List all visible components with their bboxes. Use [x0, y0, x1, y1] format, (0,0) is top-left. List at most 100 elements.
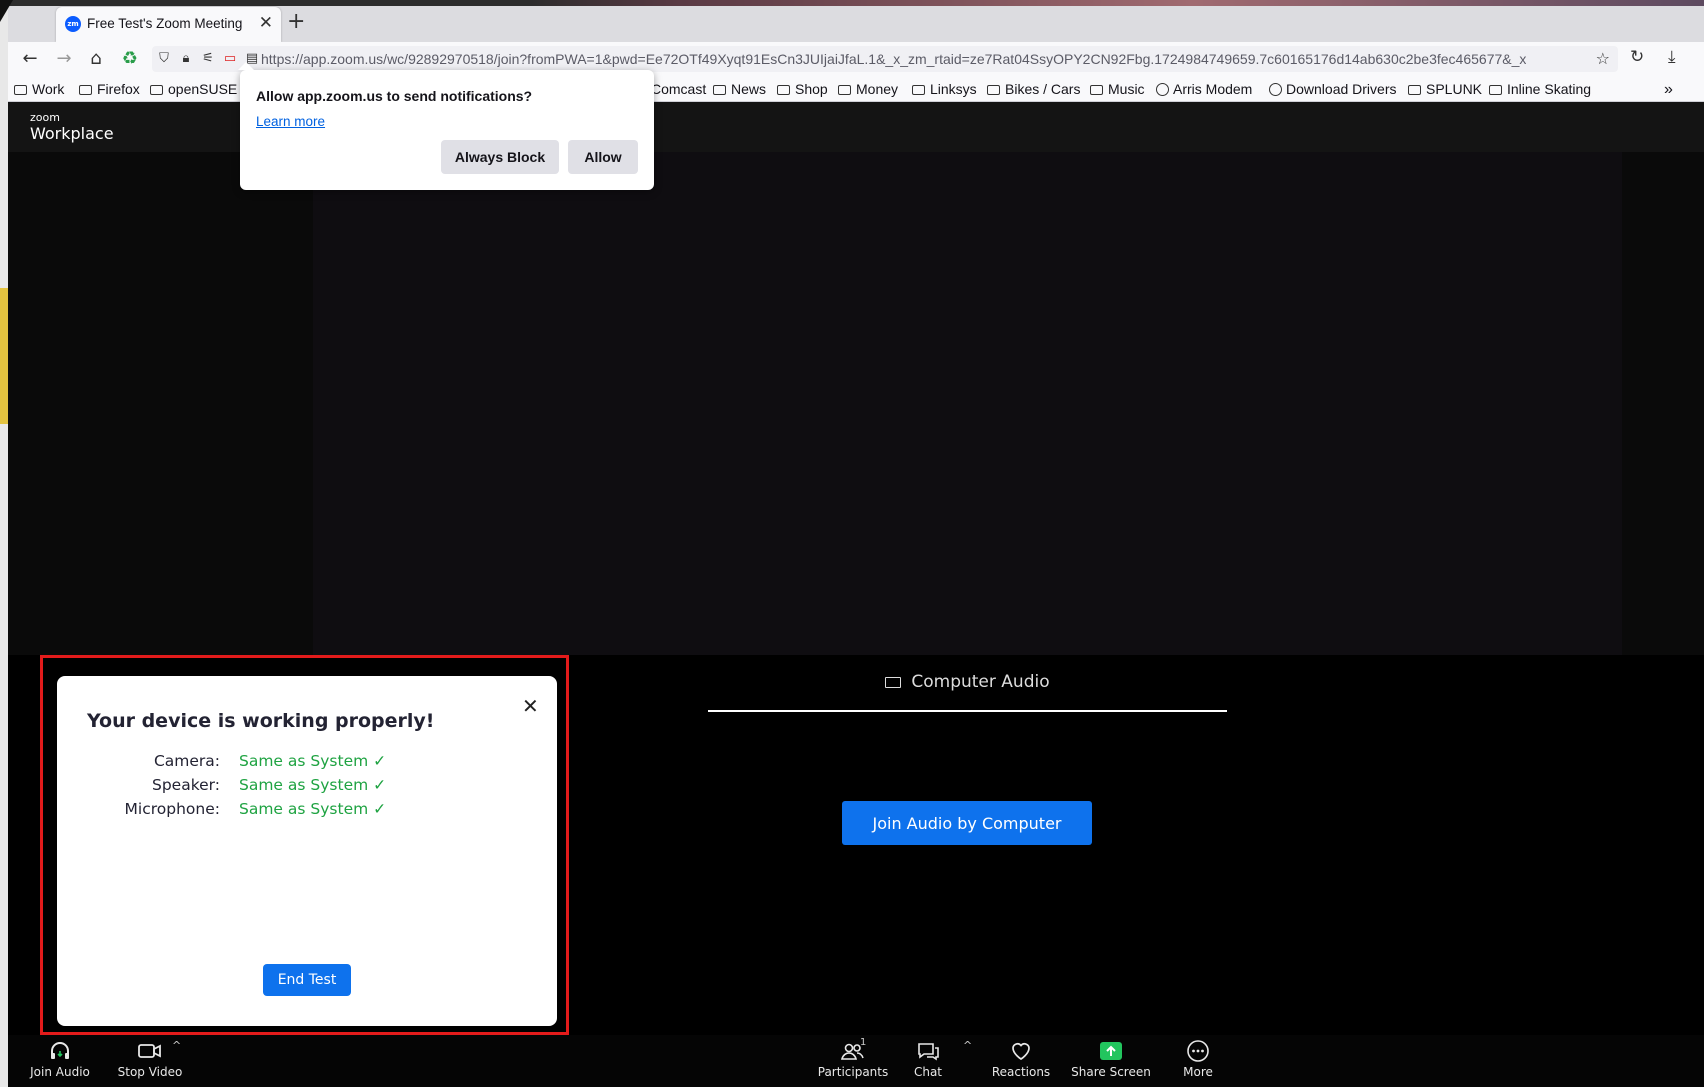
bookmark-folder-linksys[interactable]: Linksys — [912, 81, 977, 97]
participants-label: Participants — [817, 1065, 889, 1079]
desktop-window-edge — [0, 288, 8, 424]
more-icon — [1187, 1040, 1209, 1062]
camera-row: Camera: Same as System ✓ — [57, 752, 557, 776]
video-options-caret-icon[interactable]: ^ — [172, 1039, 181, 1052]
bookmarks-overflow-icon[interactable]: » — [1664, 81, 1673, 99]
zoom-favicon-icon: zm — [65, 16, 81, 32]
folder-icon — [713, 85, 726, 95]
folder-icon — [14, 85, 27, 95]
bookmark-folder-inline-skating[interactable]: Inline Skating — [1489, 81, 1591, 97]
join-audio-label: Join Audio — [30, 1065, 90, 1079]
back-arrow-icon[interactable]: ← — [18, 48, 42, 70]
bookmark-folder-money[interactable]: Money — [838, 81, 898, 97]
screen: zm Free Test's Zoom Meeting ✕ + ← → ⌂ ♻ … — [0, 0, 1704, 1087]
learn-more-link[interactable]: Learn more — [256, 114, 325, 129]
folder-icon — [1090, 85, 1103, 95]
dialog-title: Your device is working properly! — [87, 710, 435, 732]
bookmark-arris-modem[interactable]: Arris Modem — [1156, 81, 1252, 97]
folder-icon — [912, 85, 925, 95]
globe-icon — [1269, 83, 1282, 96]
forward-arrow-icon[interactable]: → — [52, 48, 76, 70]
reactions-button[interactable]: Reactions — [983, 1035, 1059, 1079]
folder-icon — [1408, 85, 1421, 95]
browser-tab-bar: zm Free Test's Zoom Meeting ✕ + — [8, 6, 1704, 42]
folder-icon — [79, 85, 92, 95]
mouse-cursor-icon — [0, 0, 13, 22]
camera-label: Camera: — [153, 752, 220, 770]
join-audio-button[interactable]: Join Audio — [22, 1035, 98, 1079]
extension-icon[interactable]: ♻ — [118, 48, 142, 70]
device-test-dialog: ✕ Your device is working properly! Camer… — [57, 676, 557, 1026]
downloads-icon[interactable]: ⤓ — [1668, 47, 1676, 67]
participants-count: 1 — [860, 1037, 867, 1048]
bookmark-folder-bikes-cars[interactable]: Bikes / Cars — [987, 81, 1080, 97]
heart-icon — [1012, 1043, 1030, 1061]
folder-icon — [838, 85, 851, 95]
tab-computer-audio[interactable]: Computer Audio — [708, 672, 1227, 712]
chat-label: Chat — [913, 1065, 943, 1079]
bookmark-folder-shop[interactable]: Shop — [777, 81, 828, 97]
participants-button[interactable]: Participants — [813, 1035, 893, 1079]
folder-icon — [777, 85, 790, 95]
bookmark-folder-news[interactable]: News — [713, 81, 766, 97]
end-test-button[interactable]: End Test — [263, 964, 351, 996]
camera-status: Same as System ✓ — [239, 752, 387, 770]
chat-icon — [918, 1043, 939, 1061]
always-block-button[interactable]: Always Block — [441, 140, 559, 174]
bookmark-folder-splunk[interactable]: SPLUNK — [1408, 81, 1482, 97]
close-tab-icon[interactable]: ✕ — [259, 13, 273, 33]
zoom-workplace-logo: Workplace — [30, 124, 114, 143]
chat-button[interactable]: Chat — [902, 1035, 954, 1079]
laptop-icon — [885, 677, 902, 688]
share-screen-label: Share Screen — [1071, 1065, 1151, 1079]
microphone-row: Microphone: Same as System ✓ — [57, 800, 557, 824]
allow-button[interactable]: Allow — [568, 140, 638, 174]
microphone-status: Same as System ✓ — [239, 800, 387, 818]
folder-icon — [1489, 85, 1502, 95]
notification-permission-popup: Allow app.zoom.us to send notifications?… — [238, 62, 654, 190]
meeting-stage — [8, 152, 1704, 655]
tab-title: Free Test's Zoom Meeting — [87, 16, 243, 31]
computer-audio-label: Computer Audio — [911, 672, 1050, 692]
shield-icon[interactable]: ⛉ — [156, 50, 172, 67]
notification-question: Allow app.zoom.us to send notifications? — [256, 88, 533, 104]
share-screen-icon — [1100, 1042, 1122, 1060]
bookmark-folder-work[interactable]: Work — [14, 81, 64, 97]
camera-permission-icon[interactable]: ▭ — [222, 50, 238, 67]
url-text[interactable]: https://app.zoom.us/wc/92892970518/join?… — [261, 51, 1526, 67]
desktop-background-edge — [0, 0, 8, 1087]
bookmark-folder-firefox[interactable]: Firefox — [79, 81, 140, 97]
meeting-toolbar: Join Audio Stop Video ^ Participants 1 C… — [8, 1035, 1704, 1087]
new-tab-button[interactable]: + — [287, 11, 305, 33]
close-icon[interactable]: ✕ — [522, 694, 539, 718]
video-preview — [313, 152, 1622, 655]
zoom-logo-small: zoom — [30, 111, 60, 124]
join-audio-by-computer-button[interactable]: Join Audio by Computer — [842, 801, 1092, 845]
folder-icon — [987, 85, 1000, 95]
folder-icon — [150, 85, 163, 95]
lock-icon[interactable]: 🔒︎ — [178, 50, 194, 67]
headphones-icon — [51, 1042, 69, 1059]
tab-zoom-meeting[interactable]: zm Free Test's Zoom Meeting ✕ — [56, 7, 281, 42]
reactions-label: Reactions — [991, 1065, 1051, 1079]
speaker-label: Speaker: — [152, 776, 220, 794]
microphone-label: Microphone: — [124, 800, 220, 818]
bookmark-folder-comcast[interactable]: Comcast — [651, 81, 706, 97]
bookmark-folder-music[interactable]: Music — [1090, 81, 1145, 97]
bookmark-folder-opensuse[interactable]: openSUSE — [150, 81, 237, 97]
globe-icon — [1156, 83, 1169, 96]
permissions-icon[interactable]: ⚟ — [200, 50, 216, 67]
speaker-row: Speaker: Same as System ✓ — [57, 776, 557, 800]
stop-video-label: Stop Video — [117, 1065, 183, 1079]
url-bar[interactable]: ⛉ 🔒︎ ⚟ ▭ ▤ https://app.zoom.us/wc/928929… — [152, 46, 1618, 72]
bookmark-download-drivers[interactable]: Download Drivers — [1269, 81, 1396, 97]
reload-icon[interactable]: ↻ — [1630, 47, 1644, 67]
video-camera-icon — [138, 1044, 161, 1058]
more-button[interactable]: More — [1168, 1035, 1228, 1079]
more-label: More — [1183, 1065, 1213, 1079]
popup-arrow — [238, 62, 254, 70]
home-icon[interactable]: ⌂ — [84, 48, 108, 70]
chat-options-caret-icon[interactable]: ^ — [963, 1039, 972, 1052]
share-screen-button[interactable]: Share Screen — [1066, 1035, 1156, 1079]
bookmark-star-icon[interactable]: ☆ — [1596, 49, 1610, 68]
